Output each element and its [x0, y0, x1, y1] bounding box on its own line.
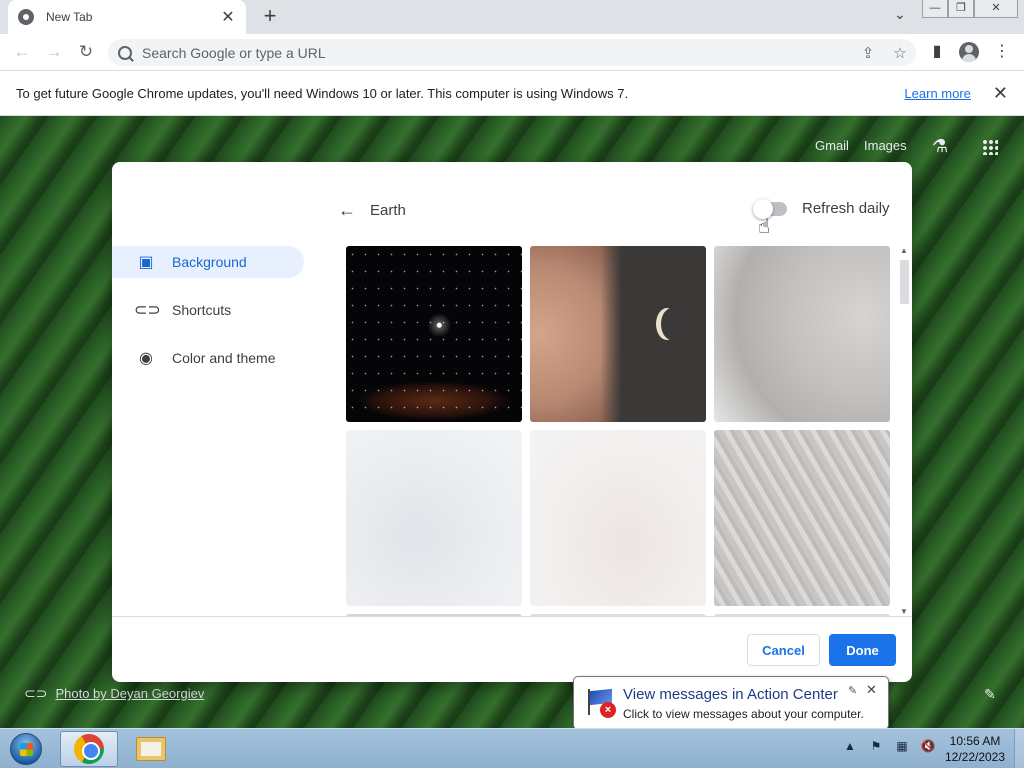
folder-icon: [136, 737, 166, 761]
forward-button[interactable]: →: [42, 40, 66, 64]
reload-button[interactable]: ↻: [74, 40, 98, 64]
gmail-link[interactable]: Gmail: [815, 138, 849, 153]
collection-title: Earth: [370, 202, 406, 219]
labs-flask-icon[interactable]: ⚗: [932, 136, 948, 157]
taskbar-chrome[interactable]: [60, 731, 118, 767]
tab-search-icon[interactable]: ⌄: [894, 6, 906, 23]
collection-header: ← Earth: [338, 200, 406, 221]
background-tile[interactable]: [530, 246, 706, 422]
background-tile[interactable]: [714, 430, 890, 606]
customize-dialog: ▣ Background ⊂⊃ Shortcuts ◉ Color and th…: [112, 162, 912, 682]
sidebar-item-label: Shortcuts: [172, 302, 232, 318]
customize-pencil-icon[interactable]: ✎: [984, 686, 996, 703]
update-infobar: To get future Google Chrome updates, you…: [0, 71, 1024, 116]
windows-logo-icon: [10, 733, 42, 765]
scroll-up-icon[interactable]: ▲: [900, 246, 908, 255]
omnibox[interactable]: Search Google or type a URL ⇪ ☆: [108, 39, 916, 66]
balloon-title[interactable]: View messages in Action Center: [623, 686, 838, 703]
apps-grid-icon[interactable]: [982, 139, 998, 155]
show-hidden-icons-icon[interactable]: ▲: [842, 739, 858, 753]
background-grid: [346, 246, 890, 616]
dialog-divider: [112, 616, 912, 617]
tab-new-tab[interactable]: New Tab ✕: [8, 0, 246, 34]
start-button[interactable]: [4, 731, 48, 767]
link-icon: ⊂⊃: [24, 685, 48, 701]
action-center-icon[interactable]: ⚑: [868, 739, 884, 753]
taskbar: ▲ ⚑ ▦ 🔇 10:56 AM 12/22/2023: [0, 728, 1024, 768]
background-tile[interactable]: [346, 430, 522, 606]
tab-close-icon[interactable]: ✕: [220, 7, 236, 27]
images-link[interactable]: Images: [864, 138, 907, 153]
chrome-favicon-icon: [18, 9, 34, 25]
sidebar-item-label: Color and theme: [172, 350, 276, 366]
profile-button[interactable]: [957, 40, 981, 64]
window-controls: — ❐ ✕: [922, 0, 1018, 18]
system-tray: ▲ ⚑ ▦ 🔇: [842, 739, 936, 753]
share-icon[interactable]: ⇪: [852, 44, 884, 62]
grid-scrollbar[interactable]: ▲ ▼: [898, 246, 910, 616]
clock-date: 12/22/2023: [944, 750, 1006, 764]
refresh-daily-control: Refresh daily: [753, 198, 890, 219]
hand-cursor-icon: ☝: [758, 216, 771, 238]
learn-more-link[interactable]: Learn more: [904, 86, 970, 101]
done-button[interactable]: Done: [829, 634, 896, 666]
balloon-subtitle: Click to view messages about your comput…: [623, 707, 864, 721]
new-tab-button[interactable]: +: [258, 4, 282, 28]
error-icon: ×: [600, 702, 616, 718]
photo-credit-text[interactable]: Photo by Deyan Georgiev: [55, 686, 204, 701]
sidebar-item-label: Background: [172, 254, 247, 270]
sidebar-item-shortcuts[interactable]: ⊂⊃ Shortcuts: [112, 294, 304, 326]
minimize-button[interactable]: —: [922, 0, 948, 18]
scroll-down-icon[interactable]: ▼: [900, 607, 908, 616]
cancel-button[interactable]: Cancel: [747, 634, 820, 666]
background-tile[interactable]: [346, 246, 522, 422]
background-tile[interactable]: [714, 246, 890, 422]
restore-button[interactable]: ❐: [948, 0, 974, 18]
tab-strip: New Tab ✕ + ⌄ — ❐ ✕: [0, 0, 1024, 34]
clock-time: 10:56 AM: [949, 734, 1001, 748]
link-icon: ⊂⊃: [134, 302, 161, 319]
bookmark-star-icon[interactable]: ☆: [884, 44, 916, 62]
infobar-close-icon[interactable]: ✕: [993, 83, 1008, 104]
tab-title: New Tab: [46, 10, 93, 24]
palette-icon: ◉: [139, 350, 153, 367]
chrome-icon: [74, 734, 104, 764]
balloon-close-icon[interactable]: ✕: [866, 682, 877, 698]
scroll-thumb[interactable]: [900, 260, 909, 304]
browser-toolbar: ← → ↻ Search Google or type a URL ⇪ ☆ ▮ …: [0, 34, 1024, 71]
refresh-daily-label: Refresh daily: [802, 200, 890, 217]
image-icon: ▣: [138, 254, 154, 271]
sidebar-item-background[interactable]: ▣ Background: [112, 246, 304, 278]
photo-credit[interactable]: ⊂⊃ Photo by Deyan Georgiev: [24, 685, 204, 702]
back-button[interactable]: ←: [10, 40, 34, 64]
volume-muted-icon[interactable]: 🔇: [920, 739, 936, 753]
action-center-balloon[interactable]: × View messages in Action Center Click t…: [573, 676, 889, 745]
avatar-icon: [959, 42, 979, 62]
taskbar-explorer[interactable]: [122, 731, 180, 767]
pin-icon[interactable]: ✎: [848, 684, 857, 697]
omnibox-placeholder[interactable]: Search Google or type a URL: [142, 45, 852, 61]
search-icon: [118, 45, 132, 60]
close-window-button[interactable]: ✕: [974, 0, 1018, 18]
action-center-flag-icon: ×: [586, 687, 616, 718]
menu-kebab-icon[interactable]: ⋮: [990, 40, 1014, 64]
side-panel-icon[interactable]: ▮: [925, 40, 949, 64]
back-arrow-icon[interactable]: ←: [338, 200, 356, 221]
show-desktop-button[interactable]: [1014, 729, 1024, 768]
infobar-message: To get future Google Chrome updates, you…: [16, 85, 629, 101]
sidebar-item-color-and-theme[interactable]: ◉ Color and theme: [112, 342, 304, 374]
background-tile[interactable]: [530, 430, 706, 606]
network-icon[interactable]: ▦: [894, 739, 910, 753]
clock[interactable]: 10:56 AM 12/22/2023: [938, 733, 1012, 765]
